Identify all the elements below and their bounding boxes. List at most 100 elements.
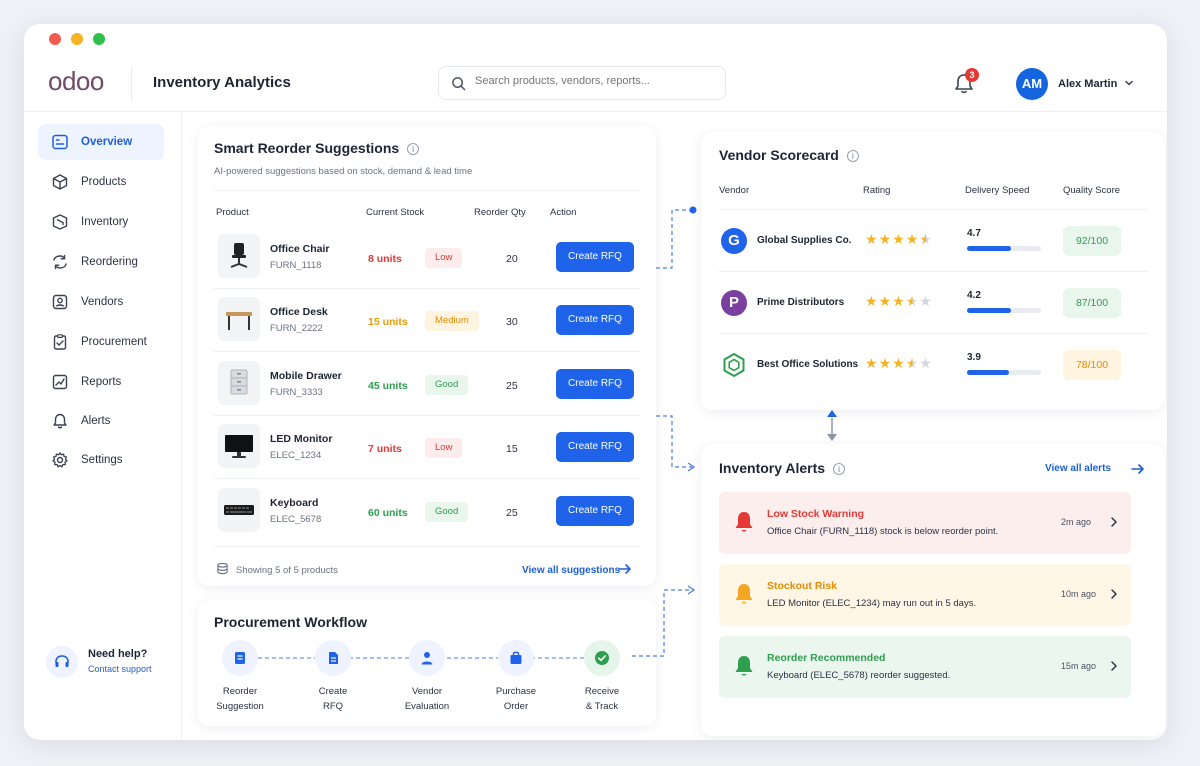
shopping-bag-icon — [510, 651, 522, 664]
product-name[interactable]: Keyboard — [270, 497, 318, 509]
delivery-speed-value: 4.2 — [967, 290, 981, 301]
sidebar-item-settings[interactable]: Settings — [38, 442, 164, 478]
sidebar-item-label: Reordering — [81, 256, 138, 268]
alerts-card-title: Inventory Alerts i — [719, 460, 846, 476]
workflow-step-circle — [222, 640, 258, 676]
star-icon: ★ — [865, 231, 879, 247]
create-rfq-button[interactable]: Create RFQ — [556, 368, 634, 399]
info-icon[interactable]: i — [407, 143, 420, 156]
file-icon — [329, 652, 338, 664]
workflow-step-label: Vendor Evaluation — [387, 684, 467, 714]
view-all-alerts-link[interactable]: View all alerts — [1045, 463, 1111, 474]
product-name[interactable]: LED Monitor — [270, 433, 332, 445]
create-rfq-button[interactable]: Create RFQ — [556, 242, 634, 272]
view-all-suggestions-link[interactable]: View all suggestions — [522, 565, 620, 576]
minimize-window-dot[interactable] — [71, 33, 83, 45]
maximize-window-dot[interactable] — [93, 33, 105, 45]
user-avatar[interactable]: AM — [1016, 68, 1048, 100]
product-name[interactable]: Office Chair — [270, 243, 330, 255]
vendor-name[interactable]: Global Supplies Co. — [757, 235, 851, 246]
workflow-step-vendor-evaluation[interactable]: Vendor Evaluation — [387, 640, 467, 714]
close-window-dot[interactable] — [49, 33, 61, 45]
sidebar-item-label: Procurement — [81, 336, 147, 348]
product-sku: FURN_2222 — [270, 323, 323, 335]
check-circle-icon — [595, 651, 609, 665]
product-name[interactable]: Office Desk — [270, 306, 328, 318]
user-name[interactable]: Alex Martin — [1058, 78, 1117, 90]
sidebar-item-reports[interactable]: Reports — [38, 364, 164, 400]
chevron-right-icon[interactable] — [1109, 660, 1119, 672]
alert-title: Low Stock Warning — [767, 508, 865, 520]
sidebar-item-overview[interactable]: Overview — [38, 124, 164, 160]
star-icon: ★ — [905, 231, 920, 247]
star-icon: ★ — [878, 355, 893, 371]
vendor-logo: G — [721, 228, 747, 254]
half-star-icon: ★ — [919, 231, 933, 247]
arrow-right-icon[interactable] — [618, 563, 632, 575]
window-controls — [49, 33, 105, 45]
step-line-2: Evaluation — [404, 701, 450, 712]
column-header-stock: Current Stock — [366, 207, 425, 218]
chevron-right-icon[interactable] — [1109, 588, 1119, 600]
step-line-1: Purchase — [495, 686, 537, 697]
help-widget: Need help? Contact support — [46, 644, 164, 684]
column-header-quality: Quality Score — [1063, 185, 1121, 196]
workflow-step-reorder-suggestion[interactable]: Reorder Suggestion — [200, 640, 280, 714]
star-icon: ★ — [892, 293, 906, 309]
contact-support-link[interactable]: Contact support — [88, 664, 152, 674]
delivery-speed-value: 3.9 — [967, 352, 981, 363]
info-icon[interactable]: i — [846, 150, 859, 163]
chevron-down-icon[interactable] — [1124, 78, 1134, 88]
vendor-rating-stars: ★★★★★ — [865, 293, 933, 310]
search-input[interactable] — [475, 75, 715, 87]
sidebar-item-products[interactable]: Products — [38, 164, 164, 200]
top-header: odoo Inventory Analytics 3 AM Alex Marti… — [24, 56, 1167, 112]
create-rfq-button[interactable]: Create RFQ — [556, 495, 634, 526]
info-icon[interactable]: i — [833, 463, 846, 476]
workflow-step-purchase-order[interactable]: Purchase Order — [476, 640, 556, 714]
star-icon: ★ — [878, 231, 893, 247]
product-sku: FURN_1118 — [270, 260, 322, 271]
table-row: LED Monitor ELEC_1234 7 units Low 15 Create R… — [198, 416, 658, 480]
column-header-delivery: Delivery Speed — [965, 185, 1030, 196]
vendor-scorecard-card: Vendor Scorecard i Vendor Rating Delivery… — [701, 132, 1165, 410]
overview-icon — [52, 134, 68, 150]
workflow-step-receive-track[interactable]: Receive & Track — [562, 640, 642, 714]
procurement-workflow-card: Procurement Workflow Reorder Suggestion C… — [198, 600, 656, 726]
product-name[interactable]: Mobile Drawer — [270, 370, 342, 382]
workflow-step-label: Purchase Order — [476, 684, 556, 714]
vendor-name[interactable]: Prime Distributors — [757, 297, 844, 308]
odoo-logo[interactable]: odoo — [48, 66, 104, 97]
sidebar-item-inventory[interactable]: Inventory — [38, 204, 164, 240]
sidebar-item-reordering[interactable]: Reordering — [38, 244, 164, 280]
reorder-qty: 25 — [506, 379, 518, 392]
create-rfq-button[interactable]: Create RFQ — [556, 432, 634, 463]
arrow-right-icon[interactable] — [1131, 463, 1145, 475]
box-icon — [52, 214, 68, 230]
workflow-step-create-rfq[interactable]: Create RFQ — [293, 640, 373, 714]
create-rfq-button[interactable]: Create RFQ — [556, 305, 634, 336]
step-line-2: RFQ — [322, 701, 344, 712]
reorder-card-title: Smart Reorder Suggestions i — [214, 140, 420, 156]
help-icon-circle — [46, 646, 78, 678]
sidebar-item-alerts[interactable]: Alerts — [38, 403, 164, 439]
refresh-icon — [53, 254, 67, 270]
current-stock: 8 units — [368, 253, 402, 265]
alert-item-success[interactable]: Reorder Recommended Keyboard (ELEC_5678) … — [719, 636, 1131, 698]
star-icon: ★ — [919, 293, 933, 309]
step-line-2: & Track — [585, 701, 619, 712]
alerts-title-text: Inventory Alerts — [719, 460, 826, 476]
sidebar-item-procurement[interactable]: Procurement — [38, 324, 164, 360]
vendor-name[interactable]: Best Office Solutions — [757, 359, 858, 370]
reorder-qty: 20 — [506, 253, 518, 265]
chevron-right-icon[interactable] — [1109, 516, 1119, 528]
step-line-2: Suggestion — [216, 701, 264, 712]
search-box[interactable] — [438, 66, 726, 100]
current-stock: 60 units — [368, 506, 408, 519]
alert-item-danger[interactable]: Low Stock Warning Office Chair (FURN_1118… — [719, 492, 1131, 554]
column-header-product: Product — [216, 207, 249, 218]
alert-item-warning[interactable]: Stockout Risk LED Monitor (ELEC_1234) may… — [719, 564, 1131, 626]
workflow-step-label: Receive & Track — [562, 684, 642, 714]
sidebar-item-vendors[interactable]: Vendors — [38, 284, 164, 320]
step-line-2: Order — [503, 701, 529, 712]
